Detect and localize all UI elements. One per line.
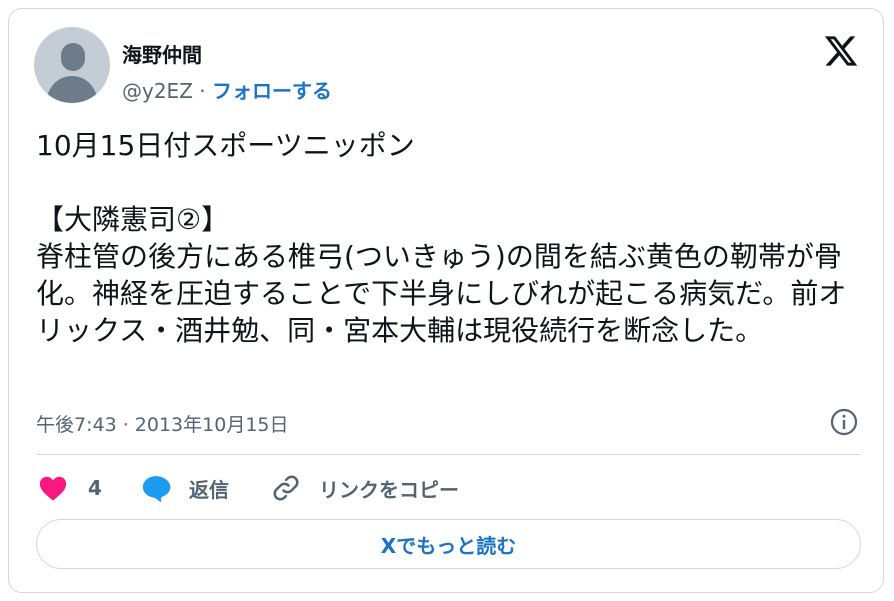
author-display-name[interactable]: 海野仲間 <box>122 39 202 68</box>
tweet-card: 海野仲間 @y2EZ · フォローする 10月15日付スポーツニッポン 【大隣憲… <box>8 8 884 593</box>
like-count: 4 <box>88 476 102 500</box>
follow-button[interactable]: フォローする <box>212 79 332 103</box>
tweet-timestamp[interactable]: 午後7:43 · 2013年10月15日 <box>36 410 289 437</box>
handle-separator: · <box>199 79 206 103</box>
avatar-head-shape <box>61 43 85 71</box>
x-logo-icon[interactable] <box>823 33 859 69</box>
author-handle-row: @y2EZ · フォローする <box>122 75 332 104</box>
link-icon <box>273 475 299 501</box>
speech-bubble-icon <box>142 476 171 502</box>
heart-icon <box>39 476 67 501</box>
tweet-text: 10月15日付スポーツニッポン 【大隣憲司②】 脊柱管の後方にある椎弓(ついきゅ… <box>36 129 847 347</box>
avatar[interactable] <box>34 27 110 103</box>
avatar-body-shape <box>47 76 97 103</box>
author-handle[interactable]: @y2EZ <box>122 79 193 103</box>
read-more-button[interactable]: Xでもっと読む <box>36 519 861 569</box>
reply-label: 返信 <box>189 477 229 502</box>
divider <box>36 454 861 455</box>
copy-link-button[interactable]: リンクをコピー <box>271 471 459 505</box>
info-icon[interactable] <box>829 407 859 437</box>
reply-button[interactable]: 返信 <box>141 471 229 505</box>
copy-link-label: リンクをコピー <box>319 477 459 502</box>
action-bar: 4 返信 リンクをコピー <box>36 471 861 505</box>
like-button[interactable]: 4 <box>38 471 102 505</box>
